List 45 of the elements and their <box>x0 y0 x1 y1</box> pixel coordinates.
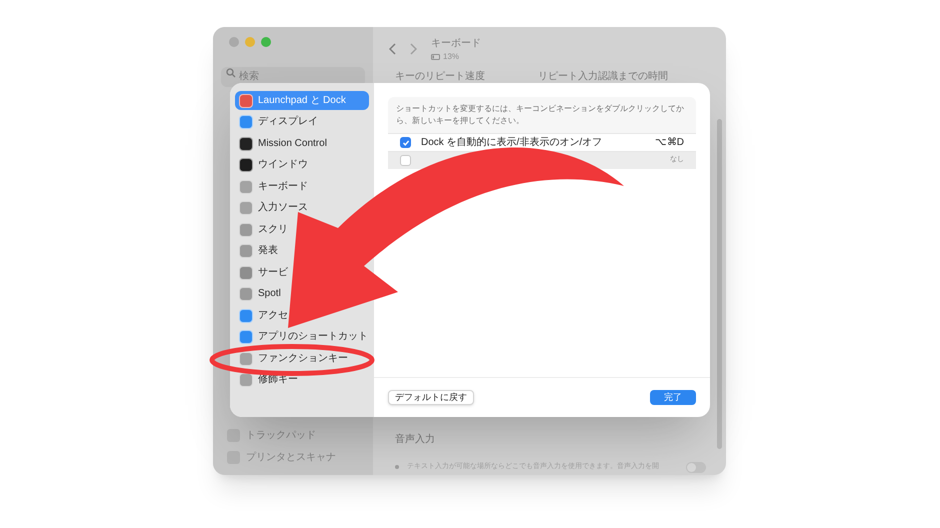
dictation-toggle[interactable] <box>686 462 706 472</box>
sidebar-item[interactable]: サービ <box>235 266 292 279</box>
restore-defaults-button[interactable]: デフォルトに戻す <box>388 390 474 405</box>
sidebar-item-icon <box>239 222 253 237</box>
checkbox[interactable] <box>400 155 411 166</box>
window-title: キーボード <box>431 36 481 50</box>
forward-icon[interactable] <box>410 43 417 55</box>
section-label: キーのリピート速度 <box>395 70 485 84</box>
sidebar-item-icon <box>239 373 253 388</box>
shortcut-keys[interactable]: ⌥⌘D <box>654 135 684 150</box>
sidebar-item-icon <box>239 94 253 108</box>
bullet-icon <box>395 465 399 469</box>
sidebar-item[interactable]: Spotl <box>235 288 285 300</box>
section-label: リピート入力認識までの時間 <box>538 70 668 84</box>
sidebar-item[interactable]: アクセ <box>235 310 292 322</box>
sidebar-item-icon <box>239 244 253 258</box>
sidebar-item-icon <box>239 201 253 216</box>
battery-icon <box>431 54 441 60</box>
sidebar-item-icon <box>239 352 253 366</box>
back-icon[interactable] <box>389 43 396 55</box>
sidebar-item-icon <box>239 115 253 130</box>
sidebar-item-icon <box>239 308 253 323</box>
sidebar-item[interactable]: ウインドウ <box>235 159 312 172</box>
sidebar-item[interactable]: アプリのショートカット <box>235 331 372 344</box>
sidebar-item[interactable]: Mission Control <box>235 138 331 150</box>
hint-text: ショートカットを変更するには、キーコンビネーションをダブルクリックしてから、新しいキーを押してください。 <box>395 103 685 127</box>
sidebar-item[interactable]: スクリ <box>235 224 292 236</box>
sidebar-item-icon <box>227 428 240 442</box>
sidebar-item[interactable]: 入力ソース <box>235 202 312 214</box>
done-button[interactable]: 完了 <box>650 390 696 405</box>
sidebar-item-icon <box>239 330 253 344</box>
sidebar-item-icon <box>239 180 253 194</box>
search-icon <box>226 68 236 78</box>
sidebar-item[interactable]: 発表 <box>235 245 282 258</box>
checkbox[interactable] <box>400 137 411 148</box>
sidebar-item-icon <box>239 136 253 151</box>
sidebar-item[interactable]: ディスプレイ <box>235 116 322 128</box>
section-label: 音声入力 <box>395 432 436 447</box>
sidebar-item-icon <box>239 287 253 302</box>
sidebar-item-icon <box>239 158 253 172</box>
sidebar-item[interactable]: キーボード <box>235 180 312 193</box>
battery-percent: 13% <box>443 50 460 62</box>
sidebar-item[interactable]: ファンクションキー <box>235 352 352 365</box>
shortcut-label: Dock を自動的に表示/非表示のオン/オフ <box>421 136 602 150</box>
sidebar-item-icon <box>239 266 253 280</box>
